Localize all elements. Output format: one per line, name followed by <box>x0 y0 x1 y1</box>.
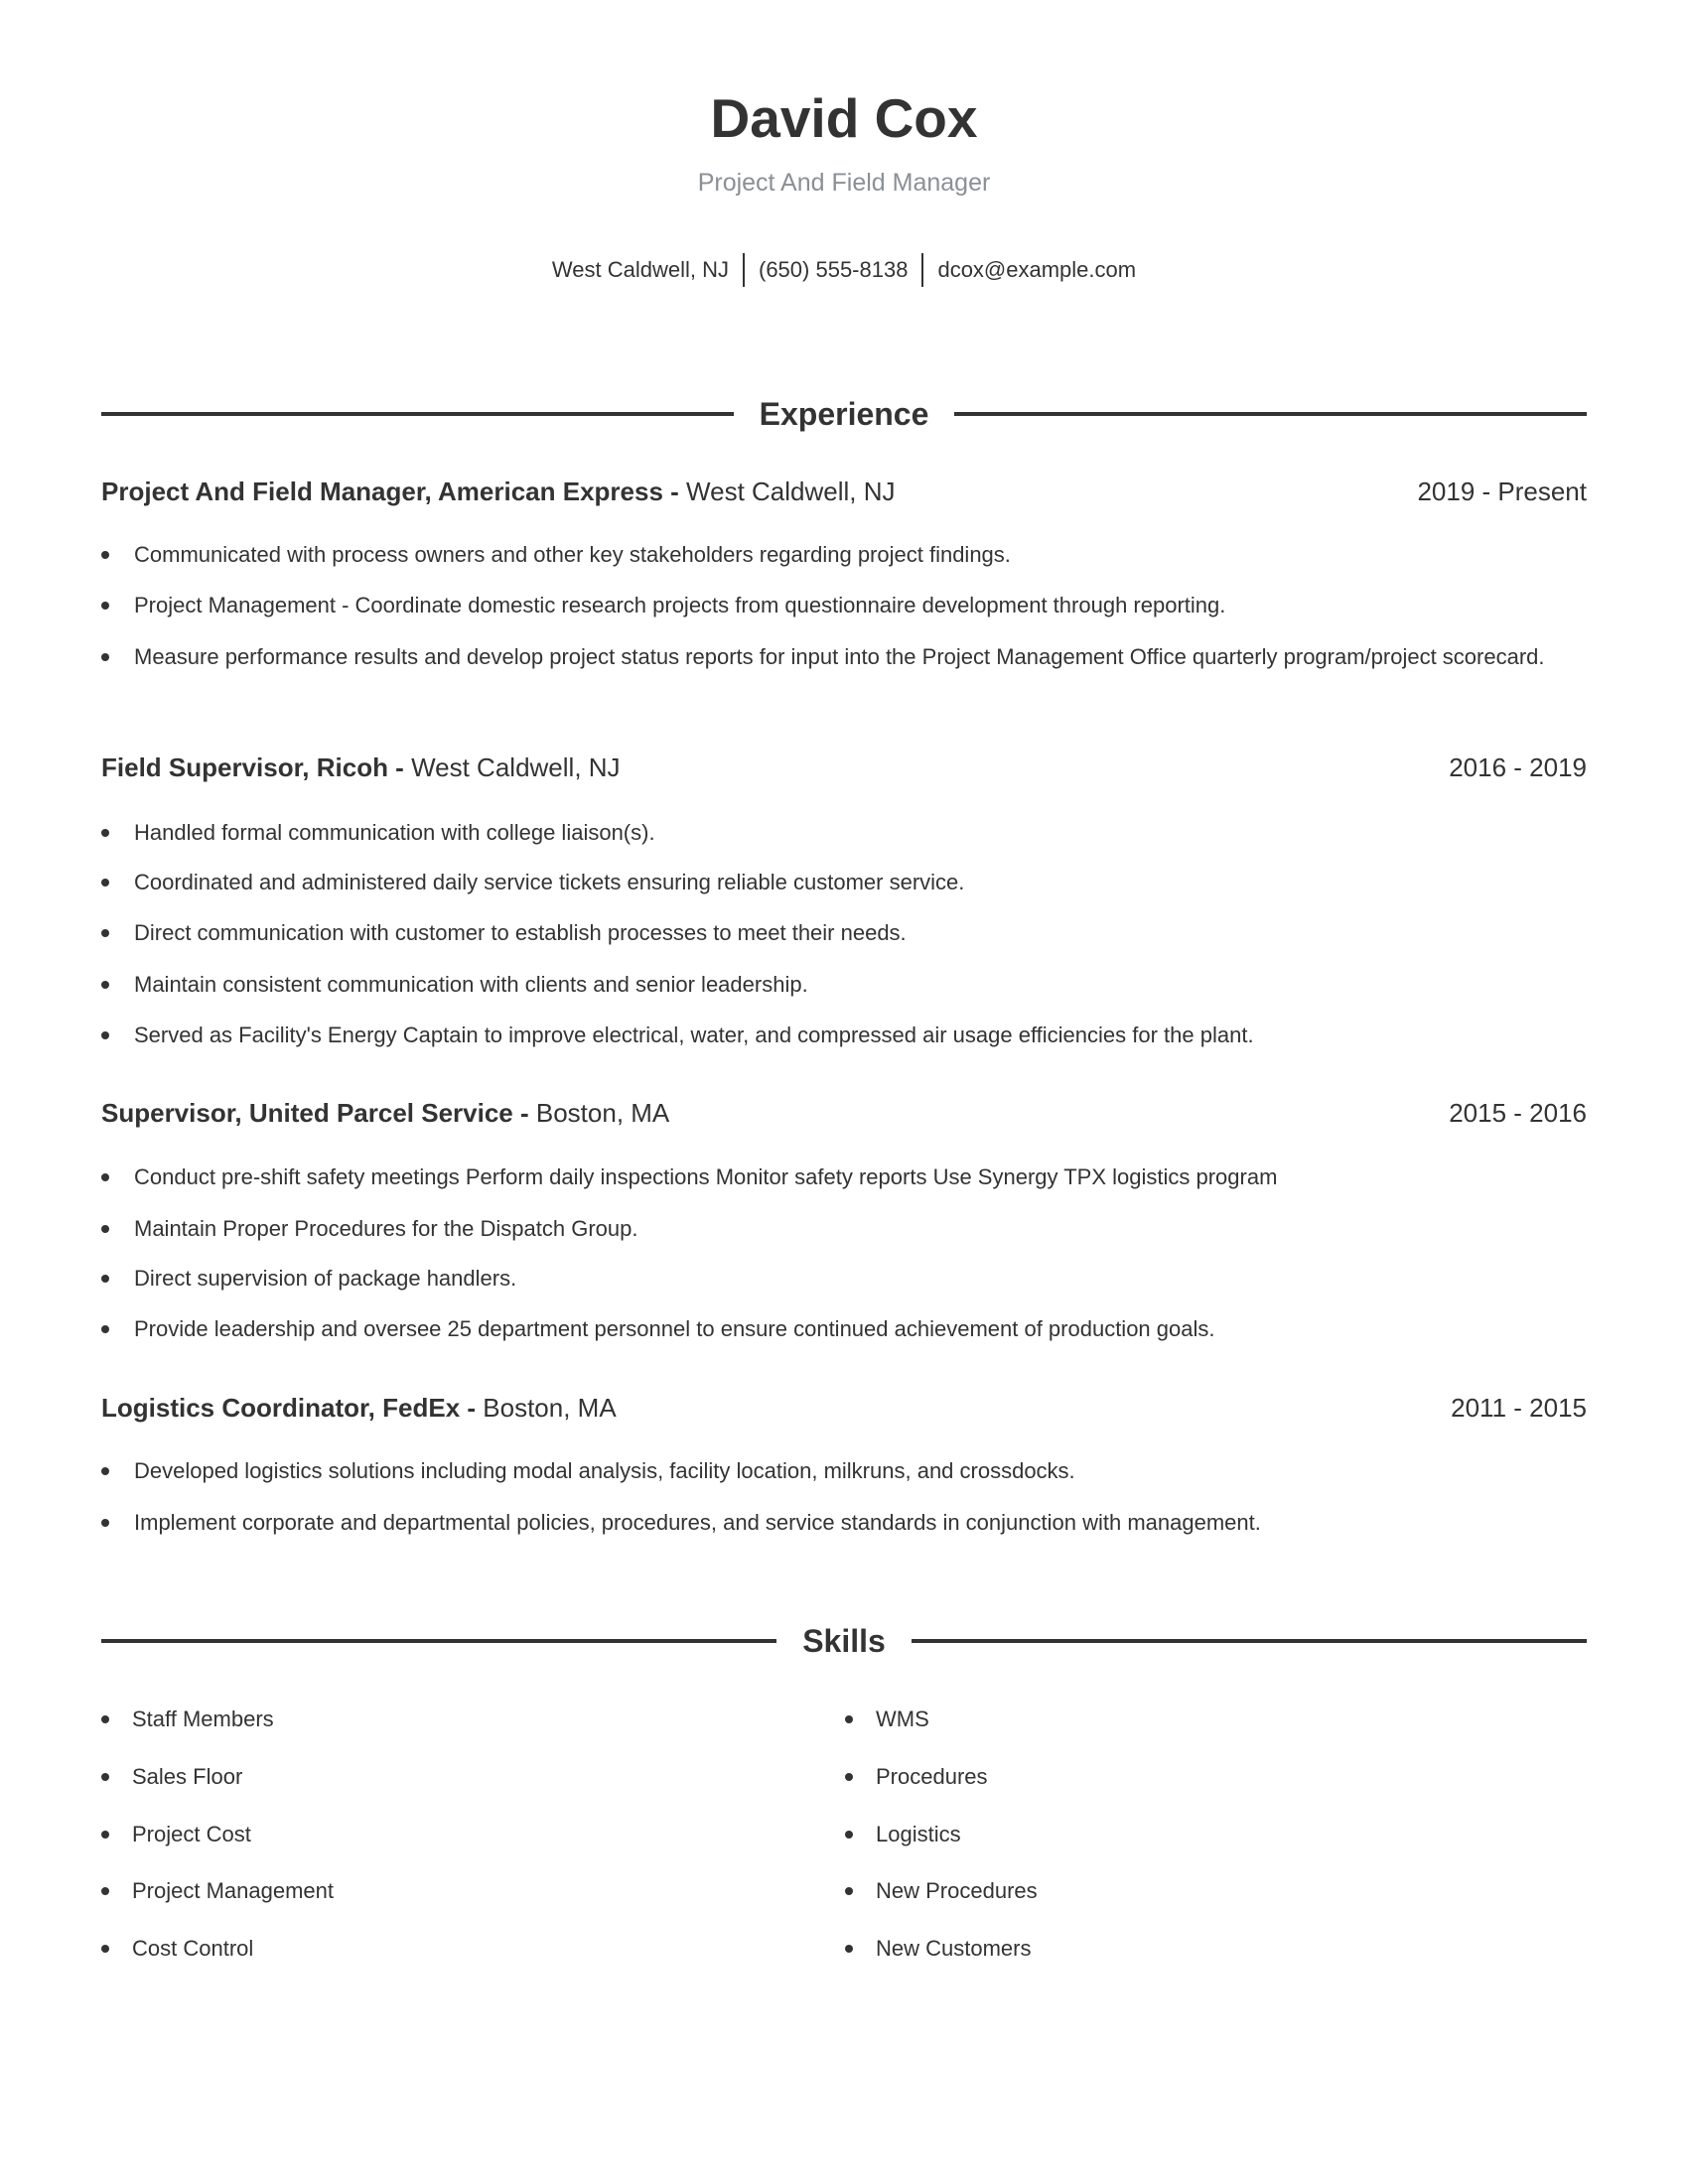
job-title: Project And Field Manager, American Expr… <box>101 477 687 506</box>
skill-text: Logistics <box>876 1822 961 1846</box>
job-location: Boston, MA <box>535 1098 670 1128</box>
bullet-icon <box>845 1715 853 1723</box>
bullet-icon <box>101 1225 109 1233</box>
skills-heading-text: Skills <box>802 1623 886 1659</box>
bullet-icon <box>101 1519 109 1527</box>
bullet-text: Measure performance results and develop … <box>134 644 1545 669</box>
experience-heading-text: Experience <box>759 396 929 432</box>
bullet-text: Conduct pre-shift safety meetings Perfor… <box>134 1164 1278 1189</box>
experience-heading: Experience <box>101 394 1588 434</box>
job-dates: 2015 - 2016 <box>1449 1098 1587 1128</box>
skill-text: Cost Control <box>132 1936 254 1961</box>
bullet-icon <box>101 1325 109 1333</box>
skills-heading: Skills <box>101 1621 1588 1661</box>
bullet-text: Communicated with process owners and oth… <box>134 542 1011 567</box>
bullet-icon <box>845 1831 853 1839</box>
contact-separator <box>743 253 745 287</box>
bullet-icon <box>101 1773 109 1781</box>
bullet-icon <box>101 602 109 610</box>
bullet-icon <box>101 1275 109 1283</box>
job-title: Logistics Coordinator, FedEx - <box>101 1393 484 1423</box>
job-location: Boston, MA <box>483 1393 617 1423</box>
bullet-icon <box>101 981 109 989</box>
bullet-text: Handled formal communication with colleg… <box>134 820 655 845</box>
skill-text: Procedures <box>876 1764 988 1789</box>
job-dates: 2011 - 2015 <box>1451 1393 1587 1423</box>
skill-text: Project Cost <box>132 1822 251 1846</box>
candidate-title: Project And Field Manager <box>697 169 991 197</box>
job-header: Project And Field Manager, American Expr… <box>101 475 1587 508</box>
bullet-icon <box>101 1887 109 1895</box>
bullet-text: Implement corporate and departmental pol… <box>134 1510 1261 1535</box>
job-title: Field Supervisor, Ricoh - <box>101 752 412 782</box>
bullet-icon <box>101 1715 109 1723</box>
bullet-text: Direct supervision of package handlers. <box>134 1266 517 1291</box>
heading-rule-left <box>101 412 734 416</box>
bullet-text: Maintain consistent communication with c… <box>134 972 808 997</box>
skill-text: WMS <box>876 1706 929 1731</box>
heading-rule-right <box>911 1639 1588 1643</box>
bullet-text: Direct communication with customer to es… <box>134 920 907 945</box>
candidate-name: David Cox <box>710 87 978 149</box>
bullet-icon <box>101 1173 109 1181</box>
bullet-icon <box>845 1887 853 1895</box>
bullet-icon <box>101 1467 109 1475</box>
bullet-text: Developed logistics solutions including … <box>134 1458 1075 1483</box>
bullet-text: Maintain Proper Procedures for the Dispa… <box>134 1216 638 1241</box>
job-header: Field Supervisor, Ricoh - West Caldwell,… <box>101 751 1587 784</box>
bullet-text: Coordinated and administered daily servi… <box>134 870 965 894</box>
bullet-icon <box>101 929 109 937</box>
contact-phone: (650) 555-8138 <box>759 257 909 282</box>
contact-separator <box>921 253 924 287</box>
job-dates: 2019 - Present <box>1417 477 1587 506</box>
bullet-text: Served as Facility's Energy Captain to i… <box>134 1023 1254 1047</box>
contact-location: West Caldwell, NJ <box>551 257 729 282</box>
skill-text: Sales Floor <box>132 1764 243 1789</box>
bullet-icon <box>845 1945 853 1953</box>
bullet-icon <box>101 1831 109 1839</box>
bullet-icon <box>101 1031 109 1039</box>
contact-info: West Caldwell, NJ (650) 555-8138 dcox@ex… <box>0 253 1688 287</box>
contact-email: dcox@example.com <box>937 257 1137 282</box>
bullet-icon <box>101 879 109 887</box>
skill-text: New Procedures <box>876 1878 1038 1903</box>
heading-rule-left <box>101 1639 777 1643</box>
job-dates: 2016 - 2019 <box>1449 752 1587 782</box>
bullet-icon <box>845 1773 853 1781</box>
skill-text: Project Management <box>132 1878 334 1903</box>
bullet-icon <box>101 551 109 559</box>
bullet-icon <box>101 829 109 837</box>
skill-text: Staff Members <box>132 1706 274 1731</box>
bullet-icon <box>101 1945 109 1953</box>
job-location: West Caldwell, NJ <box>686 477 896 506</box>
job-location: West Caldwell, NJ <box>411 752 621 782</box>
job-header: Supervisor, United Parcel Service - Bost… <box>101 1096 1587 1130</box>
bullet-icon <box>101 653 109 661</box>
job-title: Supervisor, United Parcel Service - <box>101 1098 536 1128</box>
bullet-text: Provide leadership and oversee 25 depart… <box>134 1316 1215 1341</box>
bullet-text: Project Management - Coordinate domestic… <box>134 593 1226 617</box>
job-header: Logistics Coordinator, FedEx - Boston, M… <box>101 1391 1587 1425</box>
skill-text: New Customers <box>876 1936 1032 1961</box>
heading-rule-right <box>954 412 1588 416</box>
